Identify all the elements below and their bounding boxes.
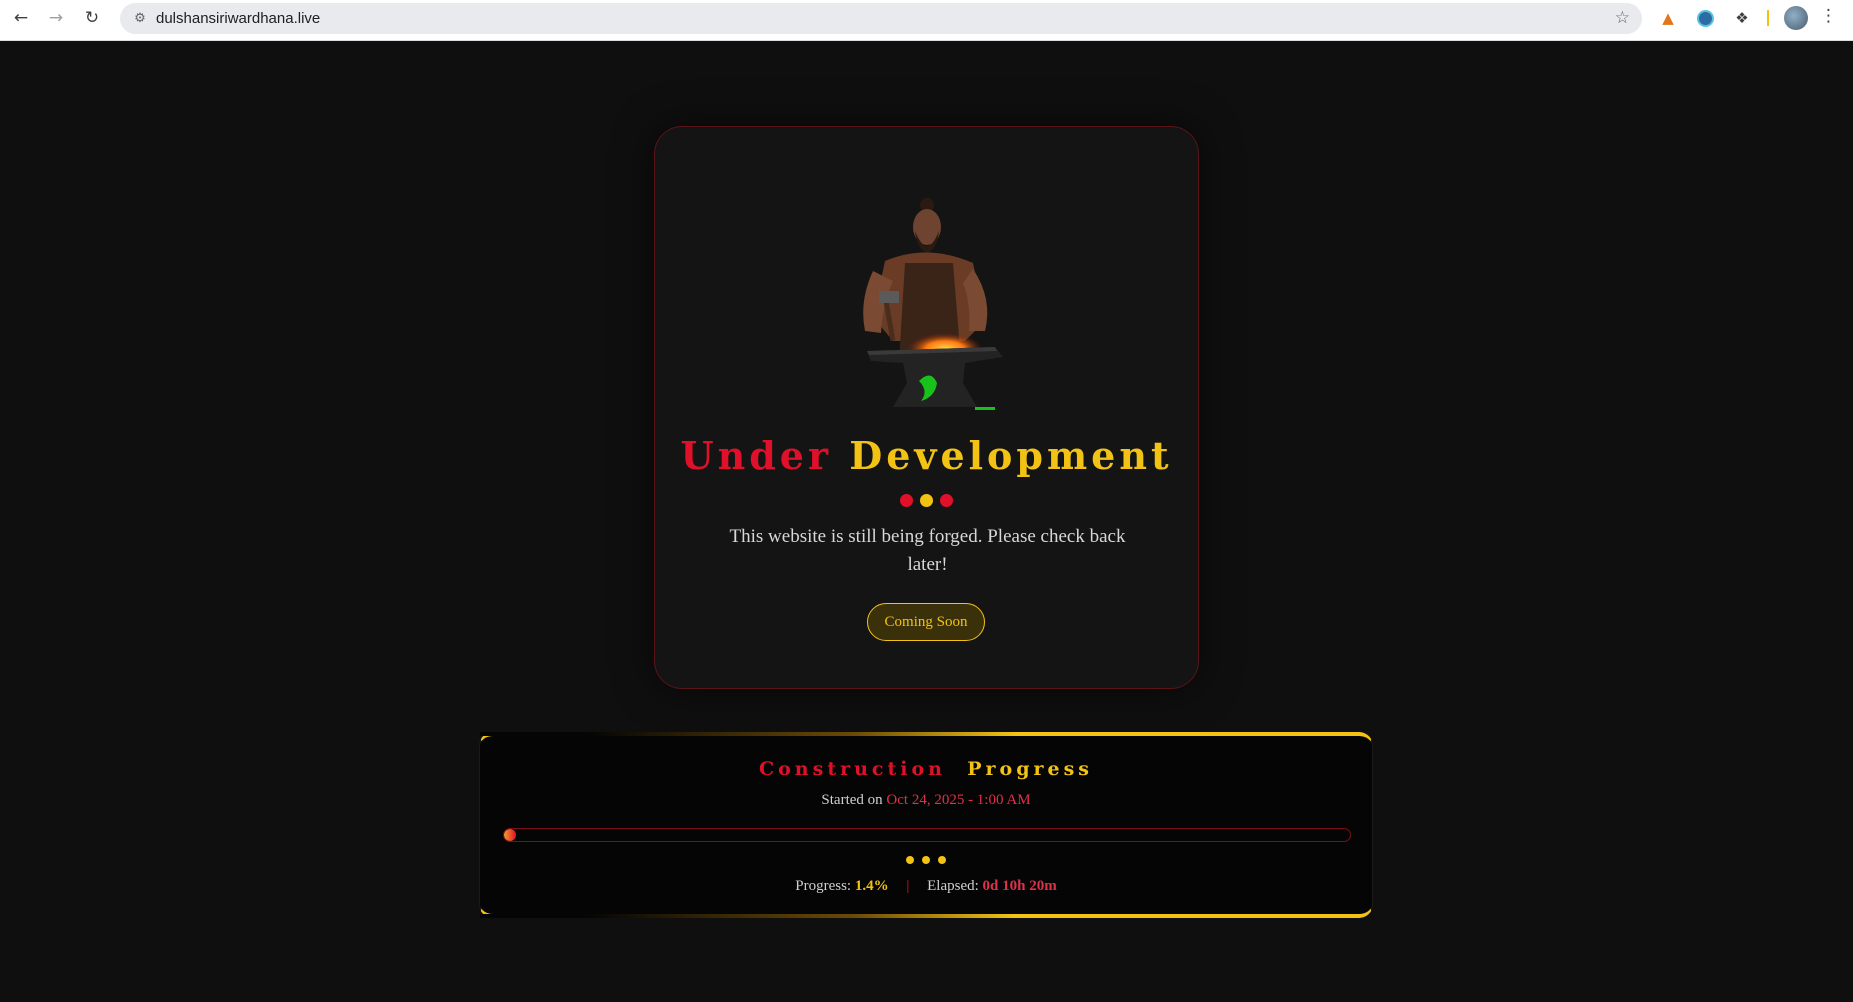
started-label: Started on <box>821 792 883 808</box>
progress-stats: Progress: 1.4% | Elapsed: 0d 10h 20m <box>480 878 1372 895</box>
site-info-icon[interactable]: ⚙ <box>130 9 150 29</box>
progress-dot-2 <box>922 856 930 864</box>
url-text[interactable]: dulshansiriwardhana.live <box>156 10 320 27</box>
progress-value: 1.4% <box>854 878 889 894</box>
kebab-menu-icon[interactable]: ⋮ <box>1820 6 1837 26</box>
progress-title-word-progress: Progress <box>967 758 1093 780</box>
reload-icon[interactable]: ↻ <box>78 4 106 32</box>
browser-toolbar: ← → ↻ ⚙ dulshansiriwardhana.live ☆ ▲ ❖ ⋮ <box>0 0 1853 41</box>
shield-extension-icon[interactable] <box>1694 7 1716 29</box>
elapsed-label: Elapsed: <box>927 878 979 894</box>
extensions-puzzle-icon[interactable]: ❖ <box>1731 7 1753 29</box>
dot-gold <box>920 494 933 507</box>
profile-avatar[interactable] <box>1784 6 1808 30</box>
started-line: Started on Oct 24, 2025 - 1:00 AM <box>480 792 1372 809</box>
forward-arrow-icon[interactable]: → <box>42 4 70 32</box>
construction-progress-card: Construction Progress Started on Oct 24,… <box>479 732 1373 918</box>
started-date: Oct 24, 2025 - 1:00 AM <box>886 792 1031 808</box>
loading-dots <box>655 494 1198 507</box>
metamask-extension-icon[interactable]: ▲ <box>1657 7 1679 29</box>
progress-title-word-construction: Construction <box>759 758 946 780</box>
progress-bar-fill <box>504 829 516 841</box>
dot-red-1 <box>900 494 913 507</box>
progress-bar <box>503 828 1351 842</box>
back-arrow-icon[interactable]: ← <box>7 4 35 32</box>
dot-red-2 <box>940 494 953 507</box>
blacksmith-illustration <box>863 198 1003 410</box>
bookmark-star-icon[interactable]: ☆ <box>1615 8 1630 28</box>
toolbar-divider <box>1767 10 1769 26</box>
elapsed-value: 0d 10h 20m <box>982 878 1057 894</box>
progress-dot-3 <box>938 856 946 864</box>
page-title: Under Development <box>655 433 1198 478</box>
under-development-card: Under Development This website is still … <box>654 126 1199 689</box>
progress-loading-dots <box>480 856 1372 864</box>
coming-soon-button[interactable]: Coming Soon <box>867 603 985 641</box>
progress-dot-1 <box>906 856 914 864</box>
title-word-development: Development <box>849 433 1173 478</box>
progress-label: Progress: <box>795 878 852 894</box>
title-word-under: Under <box>680 433 832 478</box>
address-bar[interactable]: ⚙ dulshansiriwardhana.live ☆ <box>120 3 1642 34</box>
stats-divider: | <box>906 878 910 894</box>
progress-title: Construction Progress <box>480 758 1372 780</box>
status-message: This website is still being forged. Plea… <box>729 526 1126 575</box>
